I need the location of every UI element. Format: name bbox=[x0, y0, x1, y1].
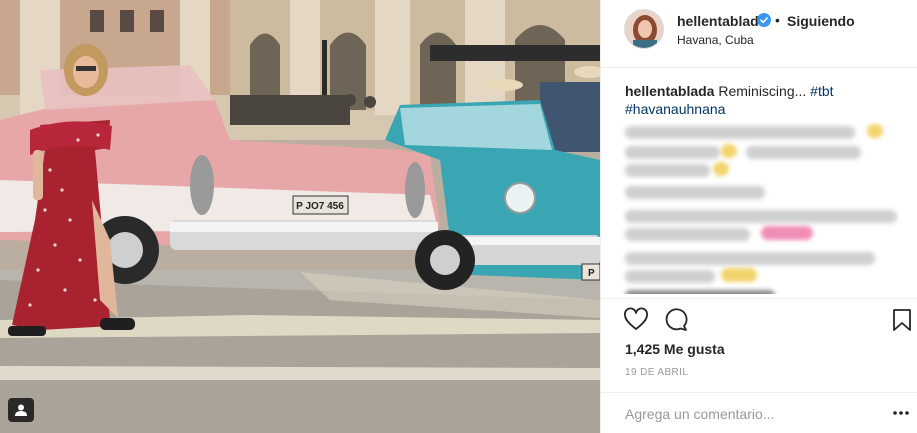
post-date[interactable]: 19 DE ABRIL bbox=[625, 367, 688, 378]
post-header: hellentablada • Siguiendo Havana, Cuba bbox=[601, 0, 917, 68]
blurred-comment-line bbox=[746, 146, 861, 159]
post-photo[interactable]: P JO7 456 P bbox=[0, 0, 600, 433]
following-button[interactable]: Siguiendo bbox=[787, 13, 855, 29]
blurred-comment-line bbox=[625, 252, 875, 265]
blurred-comment-line bbox=[625, 270, 715, 283]
blurred-comment-line bbox=[625, 186, 765, 199]
blurred-comment-line bbox=[625, 210, 897, 223]
right-plate-text: P bbox=[588, 268, 595, 279]
bookmark-icon[interactable] bbox=[889, 307, 915, 333]
blurred-emoji bbox=[721, 268, 757, 282]
comment-input[interactable] bbox=[625, 404, 875, 424]
more-options-icon[interactable] bbox=[891, 405, 911, 421]
blurred-comment-line bbox=[625, 164, 710, 177]
header-separator: • bbox=[775, 12, 780, 28]
avatar[interactable] bbox=[624, 9, 664, 49]
blurred-comment-line bbox=[625, 228, 750, 241]
like-count[interactable]: 1,425 Me gusta bbox=[625, 341, 725, 357]
hashtag-link[interactable]: #havanauhnana bbox=[625, 101, 725, 117]
person-tag-icon[interactable] bbox=[8, 398, 34, 422]
heart-icon[interactable] bbox=[623, 307, 649, 333]
person-tag-glyph bbox=[15, 404, 27, 416]
comment-bubble-icon[interactable] bbox=[663, 307, 689, 333]
verified-badge-icon bbox=[757, 13, 771, 27]
comments-list-blurred bbox=[621, 122, 899, 294]
blurred-comment-line bbox=[625, 290, 775, 294]
post-actions: 1,425 Me gusta 19 DE ABRIL bbox=[601, 298, 917, 406]
blurred-emoji bbox=[867, 124, 883, 138]
location-link[interactable]: Havana, Cuba bbox=[677, 33, 754, 47]
license-plate-text: P JO7 456 bbox=[296, 201, 344, 212]
avatar-image bbox=[625, 10, 663, 48]
blurred-emoji bbox=[713, 162, 729, 176]
add-comment-bar bbox=[601, 392, 917, 433]
caption-username-link[interactable]: hellentablada bbox=[625, 83, 714, 99]
username-link[interactable]: hellentablada bbox=[677, 13, 766, 29]
post-caption: hellentablada Reminiscing... #tbt #havan… bbox=[625, 82, 905, 118]
hashtag-link[interactable]: #tbt bbox=[810, 83, 833, 99]
blurred-emoji bbox=[721, 144, 737, 158]
blurred-comment-line bbox=[625, 126, 855, 139]
post-photo-scene: P JO7 456 P bbox=[0, 0, 600, 433]
post-details-panel: hellentablada • Siguiendo Havana, Cuba h… bbox=[600, 0, 917, 433]
caption-text: Reminiscing... bbox=[718, 83, 807, 99]
blurred-comment-line bbox=[625, 146, 720, 159]
blurred-emoji bbox=[761, 226, 813, 240]
